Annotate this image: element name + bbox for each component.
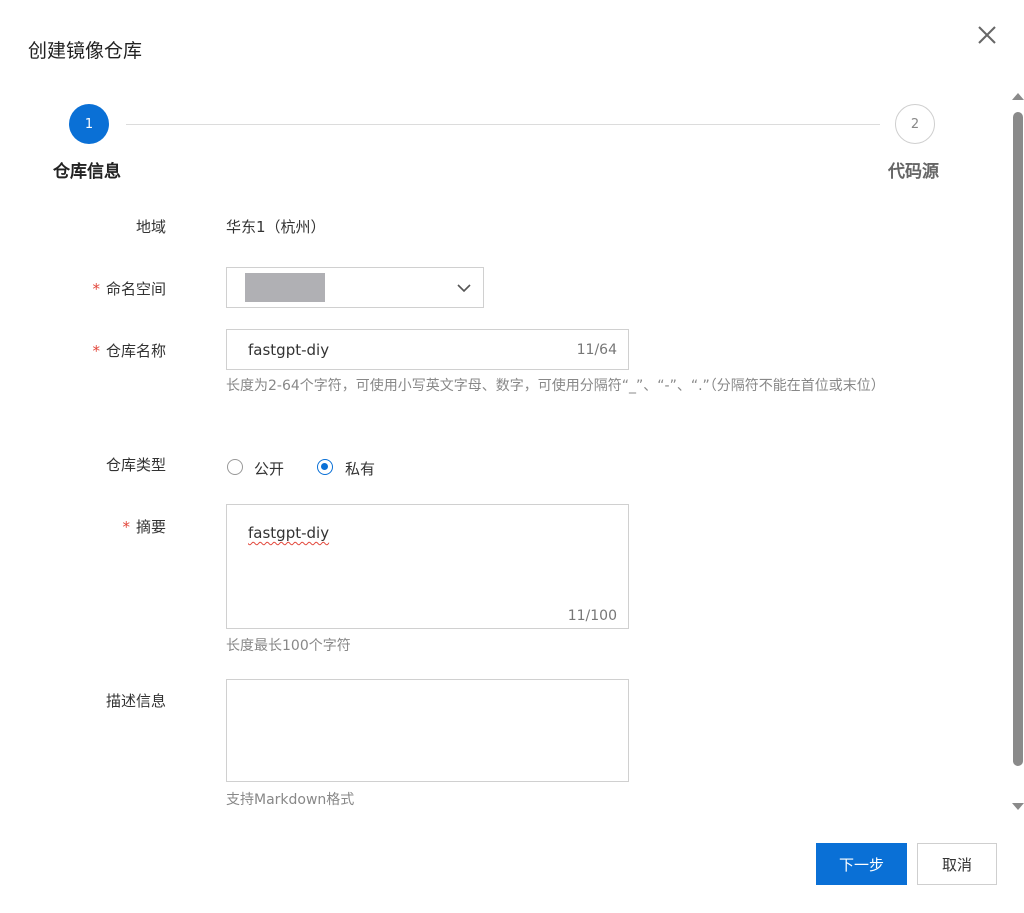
close-icon[interactable] xyxy=(974,22,1000,48)
summary-textarea[interactable]: fastgpt-diy 11/100 xyxy=(226,504,629,629)
namespace-label: * 命名空间 xyxy=(92,280,166,298)
region-value: 华东1（杭州） xyxy=(226,218,326,236)
region-label: 地域 xyxy=(135,218,166,236)
radio-public[interactable] xyxy=(227,459,243,475)
scroll-down-arrow-icon[interactable] xyxy=(1012,803,1024,810)
required-mark: * xyxy=(92,342,100,360)
cancel-button[interactable]: 取消 xyxy=(917,843,997,885)
description-label: 描述信息 xyxy=(105,692,166,710)
step-1-label: 仓库信息 xyxy=(53,162,121,182)
radio-public-label[interactable]: 公开 xyxy=(254,458,284,479)
step-2-indicator: 2 xyxy=(895,104,935,144)
summary-value: fastgpt-diy xyxy=(248,524,330,542)
dialog-title: 创建镜像仓库 xyxy=(28,40,143,62)
required-mark: * xyxy=(122,518,130,536)
step-1-indicator: 1 xyxy=(69,104,109,144)
repo-name-help: 长度为2-64个字符，可使用小写英文字母、数字，可使用分隔符“_”、“-”、“.… xyxy=(226,378,885,394)
radio-private[interactable] xyxy=(317,459,333,475)
repo-name-value: fastgpt-diy xyxy=(248,341,330,359)
repo-name-label: * 仓库名称 xyxy=(92,342,166,360)
redacted-value xyxy=(245,273,325,302)
chevron-down-icon xyxy=(457,284,471,293)
repo-name-counter: 11/64 xyxy=(576,342,617,358)
required-mark: * xyxy=(92,280,100,298)
summary-counter: 11/100 xyxy=(567,608,617,624)
summary-label: * 摘要 xyxy=(122,518,166,536)
radio-private-label[interactable]: 私有 xyxy=(345,458,375,479)
scrollbar-thumb[interactable] xyxy=(1013,112,1023,766)
namespace-select[interactable] xyxy=(226,267,484,308)
summary-help: 长度最长100个字符 xyxy=(226,638,351,654)
step-2-label: 代码源 xyxy=(888,162,939,182)
description-help: 支持Markdown格式 xyxy=(226,792,355,808)
repo-type-label: 仓库类型 xyxy=(105,456,166,474)
step-connector xyxy=(126,124,880,125)
scroll-up-arrow-icon[interactable] xyxy=(1012,93,1024,100)
repo-name-input[interactable]: fastgpt-diy 11/64 xyxy=(226,329,629,370)
next-step-button[interactable]: 下一步 xyxy=(816,843,907,885)
description-textarea[interactable] xyxy=(226,679,629,782)
